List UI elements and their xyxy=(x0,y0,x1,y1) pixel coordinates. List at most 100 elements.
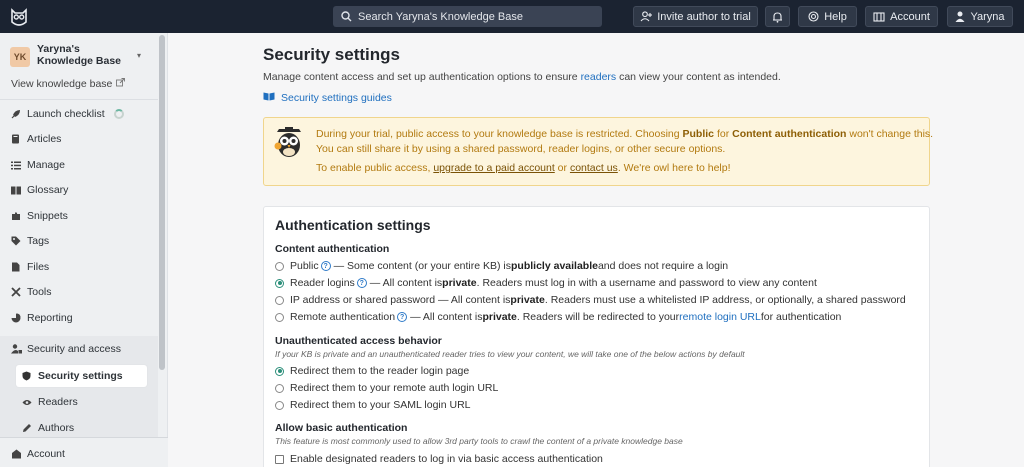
sidebar-item-manage[interactable]: Manage xyxy=(11,156,151,174)
owl-logo-icon[interactable] xyxy=(8,6,30,28)
sidebar-item-label: Tags xyxy=(27,235,50,247)
sidebar-item-label: Readers xyxy=(38,396,78,408)
account-label: Account xyxy=(890,10,930,23)
basic-auth-title: Allow basic authentication xyxy=(275,422,408,434)
notice-text: During your trial, public access to your… xyxy=(316,128,683,140)
notice-text: To enable public access, xyxy=(316,162,434,174)
option-bold: private xyxy=(510,294,545,306)
notice-bold: Content authentication xyxy=(732,128,847,140)
account-icon xyxy=(873,11,885,22)
option-public[interactable]: Public ? — Some content (or your entire … xyxy=(275,260,728,272)
sidebar-item-snippets[interactable]: Snippets xyxy=(11,207,151,225)
notice-line-2: You can still share it by using a shared… xyxy=(316,143,726,155)
option-text: and does not require a login xyxy=(597,260,729,272)
bell-icon xyxy=(772,11,783,23)
sidebar-item-label: Security and access xyxy=(27,343,121,355)
sidebar-item-authors[interactable]: Authors xyxy=(16,417,147,439)
option-text: — All content is xyxy=(369,277,443,289)
help-button[interactable]: Help xyxy=(798,6,857,27)
help-circle-icon[interactable]: ? xyxy=(397,312,408,322)
option-text: . Readers must use a whitelisted IP addr… xyxy=(544,294,906,306)
sidebar-item-label: Glossary xyxy=(27,184,69,196)
ip-password-radio[interactable] xyxy=(275,295,284,305)
redirect-remote-auth-radio[interactable] xyxy=(275,383,284,393)
notice-text: won't change this. xyxy=(846,128,934,140)
unauth-behavior-note: If your KB is private and an unauthentic… xyxy=(275,349,745,359)
public-radio[interactable] xyxy=(275,261,284,271)
sidebar-item-reporting[interactable]: Reporting xyxy=(11,309,151,327)
invite-author-button[interactable]: Invite author to trial xyxy=(633,6,758,27)
kb-switcher[interactable]: YK Yaryna's Knowledge Base ▾ xyxy=(10,43,150,73)
option-text: — Some content (or your entire KB) is xyxy=(333,260,512,272)
help-circle-icon[interactable]: ? xyxy=(356,278,367,288)
option-redirect-saml[interactable]: Redirect them to your SAML login URL xyxy=(275,399,471,411)
search-placeholder: Search Yaryna's Knowledge Base xyxy=(358,10,523,23)
basic-auth-checkbox[interactable] xyxy=(275,454,284,464)
sidebar-item-files[interactable]: Files xyxy=(11,258,151,276)
sidebar-item-label: Account xyxy=(27,448,65,460)
sidebar-item-label: Snippets xyxy=(27,210,68,222)
notifications-button[interactable] xyxy=(765,6,790,27)
sidebar-item-tags[interactable]: Tags xyxy=(11,232,151,250)
kb-avatar: YK xyxy=(10,47,30,67)
sidebar-item-security-and-access[interactable]: Security and access xyxy=(11,340,151,358)
sidebar-item-label: Launch checklist xyxy=(27,108,105,120)
unauth-behavior-title: Unauthenticated access behavior xyxy=(275,335,442,347)
user-menu-button[interactable]: Yaryna xyxy=(947,6,1013,27)
option-ip-password[interactable]: IP address or shared password — All cont… xyxy=(275,294,906,306)
remote-login-url-link[interactable]: remote login URL xyxy=(679,311,761,323)
redirect-saml-radio[interactable] xyxy=(275,400,284,410)
notice-text: or xyxy=(554,162,570,174)
reader-logins-radio[interactable] xyxy=(275,278,284,288)
tag-icon xyxy=(11,236,27,246)
option-label: Redirect them to your SAML login URL xyxy=(290,399,471,411)
desc-text: can view your content as intended. xyxy=(616,71,781,83)
user-label: Yaryna xyxy=(970,10,1005,23)
readers-link[interactable]: readers xyxy=(581,71,617,83)
option-remote-auth[interactable]: Remote authentication ? — All content is… xyxy=(275,311,841,323)
option-redirect-reader-login[interactable]: Redirect them to the reader login page xyxy=(275,365,469,377)
option-bold: private xyxy=(482,311,517,323)
view-kb-link[interactable]: View knowledge base xyxy=(11,78,126,90)
glossary-icon xyxy=(11,186,27,195)
option-text: . Readers must log in with a username an… xyxy=(476,277,817,289)
rocket-icon xyxy=(11,109,27,119)
book-open-icon xyxy=(263,92,275,104)
sidebar-item-articles[interactable]: Articles xyxy=(11,130,151,148)
contact-us-link[interactable]: contact us xyxy=(570,162,618,174)
option-label: Public xyxy=(290,260,319,272)
option-label: Redirect them to your remote auth login … xyxy=(290,382,499,394)
authentication-settings-card: Authentication settings Content authenti… xyxy=(263,206,930,467)
option-label: Remote authentication xyxy=(290,311,396,323)
sidebar-scrollbar[interactable] xyxy=(159,35,165,370)
security-guides-link[interactable]: Security settings guides xyxy=(263,92,392,104)
option-label: Enable designated readers to log in via … xyxy=(290,453,603,465)
help-icon xyxy=(808,11,819,22)
puzzle-icon xyxy=(11,211,27,221)
option-basic-auth[interactable]: Enable designated readers to log in via … xyxy=(275,453,603,465)
sidebar-item-security-settings[interactable]: Security settings xyxy=(16,365,147,387)
notice-text: for xyxy=(714,128,733,140)
sidebar: YK Yaryna's Knowledge Base ▾ View knowle… xyxy=(0,33,168,467)
main-content: Security settings Manage content access … xyxy=(168,33,1024,467)
option-redirect-remote-auth[interactable]: Redirect them to your remote auth login … xyxy=(275,382,498,394)
kb-name: Yaryna's Knowledge Base xyxy=(37,43,122,67)
remote-auth-radio[interactable] xyxy=(275,312,284,322)
view-kb-label: View knowledge base xyxy=(11,78,113,90)
sidebar-item-tools[interactable]: Tools xyxy=(11,283,151,301)
chart-icon xyxy=(11,313,27,323)
account-button[interactable]: Account xyxy=(865,6,938,27)
option-reader-logins[interactable]: Reader logins ? — All content is private… xyxy=(275,277,817,289)
sidebar-item-glossary[interactable]: Glossary xyxy=(11,181,151,199)
upgrade-link[interactable]: upgrade to a paid account xyxy=(433,162,554,174)
redirect-reader-login-radio[interactable] xyxy=(275,366,284,376)
sidebar-item-account[interactable]: Account xyxy=(11,445,151,463)
owl-mascot-icon xyxy=(274,126,304,158)
help-circle-icon[interactable]: ? xyxy=(320,261,331,271)
option-text: . Readers will be redirected to your xyxy=(516,311,680,323)
sidebar-item-readers[interactable]: Readers xyxy=(16,391,147,413)
sidebar-item-launch-checklist[interactable]: Launch checklist xyxy=(11,105,151,123)
search-input[interactable]: Search Yaryna's Knowledge Base xyxy=(333,6,602,27)
sidebar-item-label: Authors xyxy=(38,422,75,434)
basic-auth-note: This feature is most commonly used to al… xyxy=(275,436,683,446)
